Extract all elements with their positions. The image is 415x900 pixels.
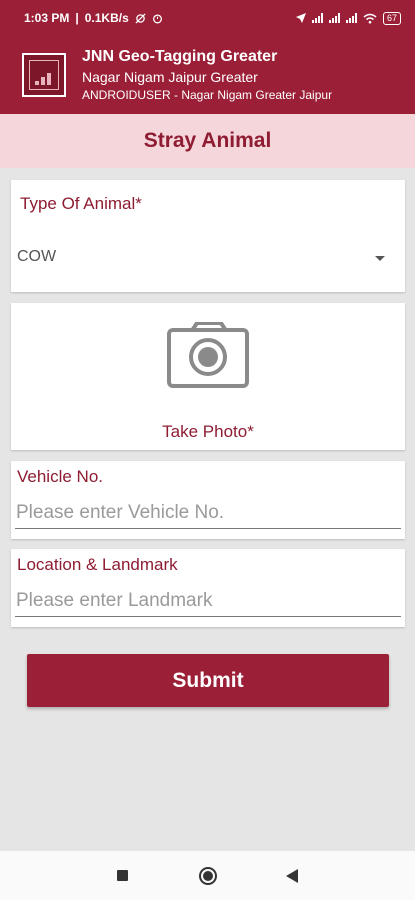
animal-type-card: Type Of Animal* COW (11, 180, 405, 292)
signal-icon (345, 13, 357, 23)
battery-icon: 67 (382, 11, 401, 25)
signal-icon (328, 13, 340, 23)
status-left: 1:03 PM | 0.1KB/s (24, 11, 163, 25)
take-photo-label: Take Photo* (162, 422, 254, 441)
signal-icon (311, 13, 323, 23)
animal-type-select[interactable]: COW (17, 248, 56, 266)
animal-type-label: Type Of Animal* (20, 194, 142, 213)
page-title: Stray Animal (143, 129, 272, 152)
take-photo-card[interactable]: Take Photo* (11, 303, 405, 450)
app-logo (22, 53, 66, 97)
square-icon[interactable] (117, 870, 128, 881)
alarm-icon (152, 13, 162, 23)
page-title-bar: Stray Animal (0, 114, 415, 168)
vehicle-card: Vehicle No. (11, 461, 405, 539)
wifi-icon (363, 13, 377, 23)
location-input[interactable] (15, 585, 401, 617)
location-label: Location & Landmark (17, 555, 178, 574)
app-subtitle: Nagar Nigam Jaipur Greater (82, 69, 258, 85)
vehicle-input[interactable] (15, 497, 401, 529)
status-right: 67 (295, 11, 401, 25)
app-header: JNN Geo-Tagging Greater Nagar Nigam Jaip… (0, 36, 415, 114)
submit-button[interactable]: Submit (27, 654, 389, 707)
triangle-back-icon[interactable] (286, 869, 298, 883)
system-nav-bar (0, 851, 415, 900)
vehicle-label: Vehicle No. (17, 467, 103, 486)
camera-icon[interactable] (167, 322, 249, 388)
header-text: JNN Geo-Tagging Greater Nagar Nigam Jaip… (82, 48, 332, 102)
logo-mark (29, 60, 59, 90)
status-bar: 1:03 PM | 0.1KB/s 67 (0, 0, 415, 36)
status-separator: | (75, 11, 79, 25)
location-arrow-icon (295, 13, 306, 23)
circle-icon[interactable] (199, 867, 217, 885)
status-time: 1:03 PM (24, 11, 70, 25)
app-title: JNN Geo-Tagging Greater (82, 48, 278, 65)
location-card: Location & Landmark (11, 549, 405, 627)
chevron-down-icon[interactable] (375, 256, 385, 261)
status-network-speed: 0.1KB/s (84, 11, 129, 25)
user-line: ANDROIDUSER - Nagar Nigam Greater Jaipur (82, 88, 333, 102)
sync-off-icon (135, 12, 146, 24)
